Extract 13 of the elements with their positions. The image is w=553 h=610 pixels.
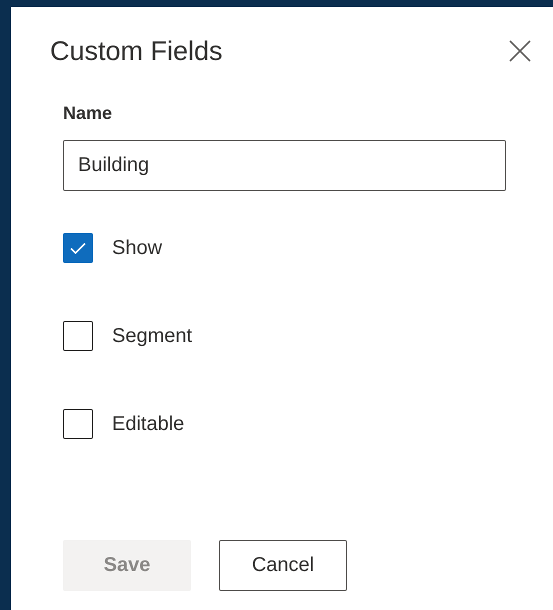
- checkbox-label: Editable: [112, 412, 184, 436]
- dialog-title: Custom Fields: [50, 36, 223, 66]
- checkbox-label: Show: [112, 236, 162, 260]
- checkbox[interactable]: [63, 409, 93, 439]
- checkbox[interactable]: [63, 233, 93, 263]
- close-button[interactable]: [509, 40, 531, 62]
- field-label: Name: [63, 103, 114, 124]
- checkbox-label: Segment: [112, 324, 192, 348]
- cancel-button[interactable]: Cancel: [219, 540, 347, 591]
- close-icon: [509, 40, 531, 62]
- checkbox[interactable]: [63, 321, 93, 351]
- name-input[interactable]: Building: [63, 140, 506, 191]
- checkmark-icon: [70, 242, 86, 254]
